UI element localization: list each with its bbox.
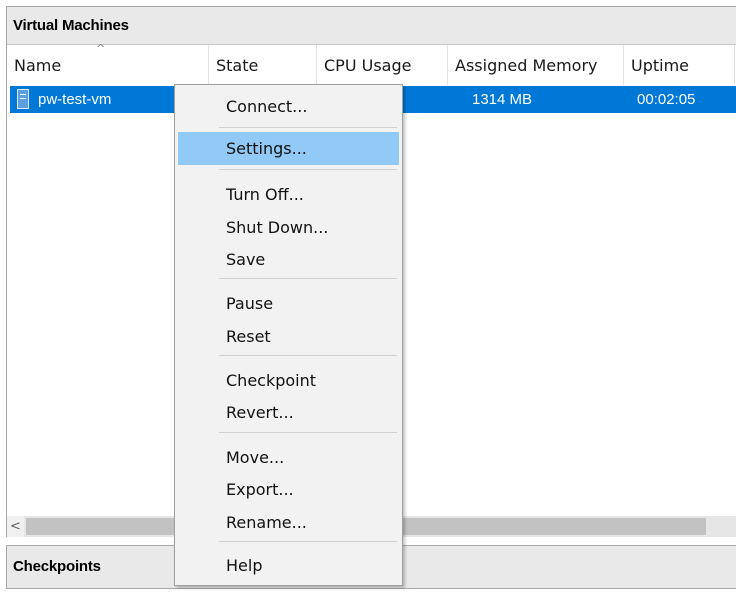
virtual-machine-icon bbox=[17, 89, 29, 109]
checkpoints-title: Checkpoints bbox=[13, 558, 101, 575]
menu-separator bbox=[219, 169, 397, 170]
column-header-name[interactable]: ^ Name bbox=[7, 42, 209, 85]
menu-item-connect[interactable]: Connect... bbox=[178, 90, 399, 123]
sort-ascending-icon: ^ bbox=[96, 42, 106, 55]
menu-item-label: Pause bbox=[226, 294, 274, 313]
menu-separator bbox=[219, 127, 397, 128]
menu-item-save[interactable]: Save bbox=[178, 243, 399, 276]
column-header-assigned-memory[interactable]: Assigned Memory bbox=[448, 45, 624, 85]
vm-name-cell: pw-test-vm bbox=[38, 91, 112, 108]
menu-separator bbox=[219, 432, 397, 433]
menu-item-rename[interactable]: Rename... bbox=[178, 506, 399, 539]
column-header-assigned-memory-label: Assigned Memory bbox=[455, 56, 598, 75]
menu-item-label: Revert... bbox=[226, 403, 294, 422]
menu-item-label: Connect... bbox=[226, 97, 308, 116]
menu-item-move[interactable]: Move... bbox=[178, 441, 399, 474]
menu-item-turn-off[interactable]: Turn Off... bbox=[178, 178, 399, 211]
menu-item-label: Shut Down... bbox=[226, 218, 329, 237]
hyper-v-manager-window: Virtual Machines ^ Name State CPU Usage … bbox=[0, 0, 736, 595]
menu-item-label: Export... bbox=[226, 480, 294, 499]
menu-item-reset[interactable]: Reset bbox=[178, 320, 399, 353]
menu-item-checkpoint[interactable]: Checkpoint bbox=[178, 364, 399, 397]
menu-item-settings[interactable]: Settings... bbox=[178, 132, 399, 165]
menu-item-label: Save bbox=[226, 250, 266, 269]
menu-separator bbox=[219, 278, 397, 279]
column-header-row: ^ Name State CPU Usage Assigned Memory U… bbox=[7, 42, 736, 85]
menu-item-label: Turn Off... bbox=[226, 185, 304, 204]
menu-item-export[interactable]: Export... bbox=[178, 473, 399, 506]
column-header-state[interactable]: State bbox=[209, 45, 317, 85]
column-header-state-label: State bbox=[216, 56, 259, 75]
context-menu: Connect... Settings... Turn Off... Shut … bbox=[174, 84, 403, 586]
column-header-cpu-usage-label: CPU Usage bbox=[324, 56, 412, 75]
virtual-machines-header: Virtual Machines bbox=[7, 7, 736, 45]
menu-item-label: Rename... bbox=[226, 513, 307, 532]
menu-item-label: Settings... bbox=[226, 139, 307, 158]
menu-separator bbox=[219, 355, 397, 356]
menu-item-help[interactable]: Help bbox=[178, 549, 399, 582]
column-header-name-label: Name bbox=[14, 56, 62, 75]
menu-item-pause[interactable]: Pause bbox=[178, 287, 399, 320]
vm-memory-cell: 1314 MB bbox=[472, 91, 533, 108]
column-header-uptime[interactable]: Uptime bbox=[624, 45, 735, 85]
menu-item-shut-down[interactable]: Shut Down... bbox=[178, 211, 399, 244]
virtual-machines-title: Virtual Machines bbox=[13, 17, 129, 34]
menu-separator bbox=[219, 541, 397, 542]
menu-item-label: Checkpoint bbox=[226, 371, 317, 390]
column-header-cpu-usage[interactable]: CPU Usage bbox=[317, 45, 448, 85]
menu-item-label: Help bbox=[226, 556, 263, 575]
menu-item-label: Move... bbox=[226, 448, 285, 467]
menu-item-label: Reset bbox=[226, 327, 271, 346]
vm-uptime-cell: 00:02:05 bbox=[637, 91, 696, 108]
menu-item-revert[interactable]: Revert... bbox=[178, 396, 399, 429]
column-header-uptime-label: Uptime bbox=[631, 56, 690, 75]
scroll-left-icon[interactable]: < bbox=[7, 516, 24, 537]
